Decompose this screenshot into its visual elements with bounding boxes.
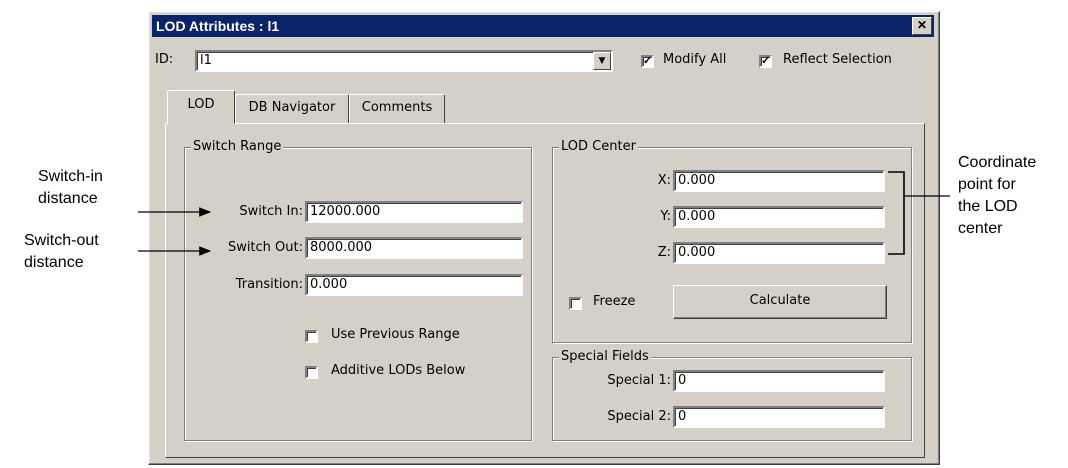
tab-lod[interactable]: LOD [167,90,235,124]
coordinate-bracket [888,171,905,255]
callout-lines [138,171,950,256]
